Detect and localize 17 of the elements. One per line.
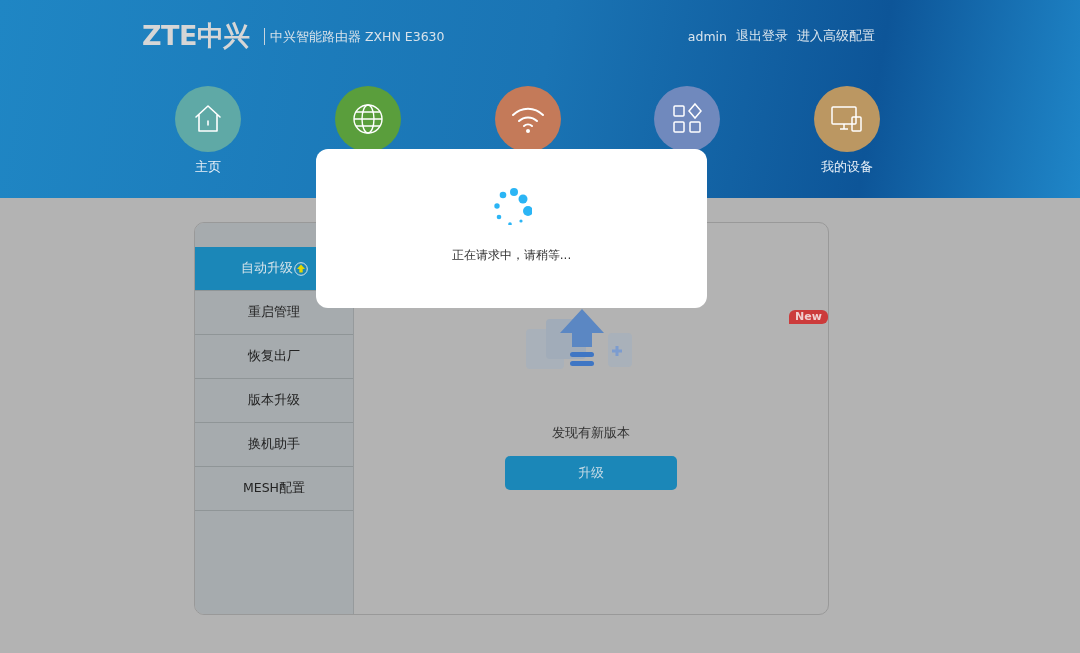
new-badge: New [789, 310, 828, 324]
spinner-icon [491, 185, 532, 225]
nav-label[interactable]: 主页 [195, 158, 221, 176]
nav-label[interactable]: 我的设备 [821, 158, 873, 176]
loading-message: 正在请求中，请稍等... [451, 247, 572, 264]
header-link[interactable]: 进入高级配置 [797, 27, 875, 45]
apps-icon [670, 102, 705, 136]
sidebar-item[interactable]: 恢复出厂 [195, 335, 353, 379]
sidebar-item[interactable]: 版本升级 [195, 379, 353, 423]
username: admin [687, 28, 727, 44]
update-message: 发现有新版本 [552, 425, 630, 442]
sidebar-item[interactable]: 换机助手 [195, 423, 353, 467]
globe-icon [350, 102, 385, 136]
header-link[interactable]: 退出登录 [736, 27, 788, 45]
sidebar-item[interactable]: MESH配置 [195, 467, 353, 511]
brand-logo: ZTE中兴 [142, 19, 250, 53]
product-name: 中兴智能路由器 ZXHN E3630 [263, 27, 445, 45]
